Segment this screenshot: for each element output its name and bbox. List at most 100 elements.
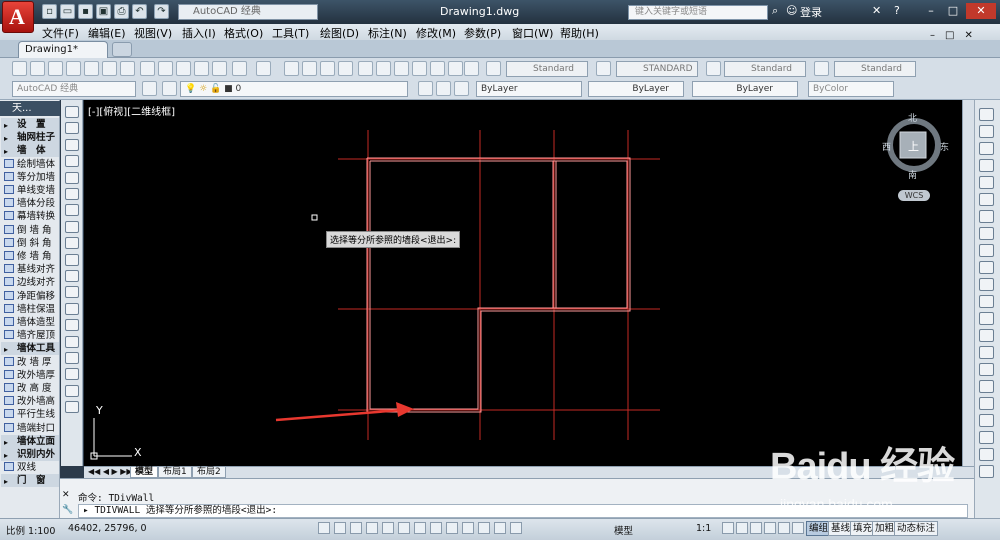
- minimize-button[interactable]: –: [922, 3, 940, 19]
- break-icon[interactable]: [979, 312, 994, 325]
- maximize-button[interactable]: □: [944, 3, 962, 19]
- am-toggle-icon[interactable]: [510, 522, 522, 534]
- line-icon[interactable]: [65, 106, 79, 118]
- rotate-icon[interactable]: [979, 210, 994, 223]
- drawing-canvas[interactable]: Y X: [84, 100, 962, 466]
- workspace-switch-icon[interactable]: [750, 522, 762, 534]
- palette-item[interactable]: 平行生线: [1, 408, 59, 421]
- annotation-visibility-icon[interactable]: [722, 522, 734, 534]
- preview-icon[interactable]: [84, 61, 99, 76]
- lock-ui-icon[interactable]: [764, 522, 776, 534]
- save-file-icon[interactable]: [48, 61, 63, 76]
- palette-item[interactable]: 双线: [1, 461, 59, 474]
- print-icon[interactable]: [66, 61, 81, 76]
- workspace-settings-icon[interactable]: [142, 81, 157, 96]
- search-icon[interactable]: ⌕: [772, 4, 778, 18]
- linetype-dropdown[interactable]: ByLayer: [588, 81, 684, 97]
- redo-icon[interactable]: ↷: [154, 4, 169, 19]
- menu-format[interactable]: 格式(O): [224, 25, 263, 41]
- circle-icon[interactable]: [65, 204, 79, 217]
- palette-item[interactable]: ▸ 识别内外: [1, 448, 59, 461]
- make-block-icon[interactable]: [65, 302, 79, 315]
- menu-file[interactable]: 文件(F): [42, 25, 79, 41]
- palette-item[interactable]: ▸ 墙体立面: [1, 434, 59, 448]
- menu-parametric[interactable]: 参数(P): [464, 25, 501, 41]
- fullscreen-icon[interactable]: [792, 522, 804, 534]
- model-space-toggle[interactable]: 模型: [614, 523, 633, 537]
- palette-item[interactable]: 改 墙 厚: [1, 356, 59, 369]
- sheet-set-icon[interactable]: [412, 61, 427, 76]
- chamfer-icon[interactable]: [979, 346, 994, 359]
- design-center-icon[interactable]: [376, 61, 391, 76]
- snap-toggle-icon[interactable]: [318, 522, 330, 534]
- lwt-toggle-icon[interactable]: [446, 522, 458, 534]
- draworder-a-icon[interactable]: [979, 414, 994, 427]
- application-menu-button[interactable]: A: [2, 1, 34, 33]
- block-editor-icon[interactable]: [212, 61, 227, 76]
- palette-item[interactable]: 边线对齐: [1, 276, 59, 289]
- close-button[interactable]: ✕: [966, 3, 996, 19]
- open-icon[interactable]: ▭: [60, 4, 75, 19]
- palette-item[interactable]: 改外墙厚: [1, 369, 59, 382]
- gradient-icon[interactable]: [65, 352, 79, 364]
- scale-icon[interactable]: [979, 227, 994, 240]
- new-icon[interactable]: ▫: [42, 4, 57, 19]
- table-style-icon[interactable]: [706, 61, 721, 76]
- viewcube-north-label[interactable]: 北: [908, 111, 917, 124]
- undo-icon[interactable]: ↶: [132, 4, 147, 19]
- mtext-icon[interactable]: [65, 401, 79, 414]
- help-icon[interactable]: ?: [894, 4, 900, 17]
- workspace-dropdown[interactable]: AutoCAD 经典: [178, 4, 318, 20]
- draworder-d-icon[interactable]: [979, 465, 994, 478]
- layer-previous-icon[interactable]: [436, 81, 451, 96]
- properties-icon[interactable]: [358, 61, 373, 76]
- extend-icon[interactable]: [979, 278, 994, 291]
- palette-item[interactable]: 墙端封口: [1, 422, 59, 435]
- command-customize-icon[interactable]: 🔧: [62, 505, 73, 515]
- qnew-icon[interactable]: [12, 61, 27, 76]
- tool-palettes-icon[interactable]: [394, 61, 409, 76]
- draworder-c-icon[interactable]: [979, 448, 994, 461]
- tab-model[interactable]: 模型: [130, 466, 159, 478]
- menu-window[interactable]: 窗口(W): [512, 25, 553, 41]
- isolate-icon[interactable]: [778, 522, 790, 534]
- region-icon[interactable]: [65, 368, 79, 381]
- status-dyndim-button[interactable]: 动态标注: [894, 521, 939, 536]
- sc-toggle-icon[interactable]: [494, 522, 506, 534]
- osnap-toggle-icon[interactable]: [382, 522, 394, 534]
- rectangle-icon[interactable]: [65, 171, 79, 184]
- markup-icon[interactable]: [430, 61, 445, 76]
- layer-dropdown[interactable]: 💡 ☼ 🔓 ■ 0: [180, 81, 408, 97]
- xline-icon[interactable]: [65, 122, 79, 135]
- viewcube-east-label[interactable]: 东: [940, 140, 949, 153]
- wall-inner[interactable]: [369, 160, 628, 410]
- zoom-previous-icon[interactable]: [338, 61, 353, 76]
- palette-item[interactable]: 墙柱保温: [1, 303, 59, 316]
- palette-item[interactable]: ▸ 墙 体: [1, 144, 59, 158]
- ortho-toggle-icon[interactable]: [350, 522, 362, 534]
- lineweight-dropdown[interactable]: ByLayer: [692, 81, 798, 97]
- mirror-icon[interactable]: [979, 142, 994, 155]
- cut-icon[interactable]: [140, 61, 155, 76]
- menu-modify[interactable]: 修改(M): [416, 25, 456, 41]
- walls[interactable]: [366, 157, 631, 413]
- join-icon[interactable]: [979, 329, 994, 342]
- palette-item[interactable]: 基线对齐: [1, 263, 59, 276]
- break-at-point-icon[interactable]: [979, 295, 994, 308]
- login-link[interactable]: 登录: [800, 4, 822, 20]
- layer-states-icon[interactable]: [454, 81, 469, 96]
- menu-insert[interactable]: 插入(I): [182, 25, 216, 41]
- 3d-print-icon[interactable]: [120, 61, 135, 76]
- palette-item[interactable]: 绘制墙体: [1, 158, 59, 171]
- wcs-menu[interactable]: WCS: [898, 190, 930, 201]
- layout-nav-arrows[interactable]: ◀◀ ◀ ▶ ▶▶: [88, 467, 133, 476]
- qp-toggle-icon[interactable]: [478, 522, 490, 534]
- palette-item[interactable]: 倒 斜 角: [1, 237, 59, 250]
- zoom-window-icon[interactable]: [320, 61, 335, 76]
- palette-item[interactable]: 墙齐屋顶: [1, 329, 59, 342]
- palette-item[interactable]: 幕墙转换: [1, 210, 59, 223]
- workspace-combo[interactable]: AutoCAD 经典: [12, 81, 136, 97]
- polygon-icon[interactable]: [65, 155, 79, 168]
- draworder-b-icon[interactable]: [979, 431, 994, 444]
- grid-toggle-icon[interactable]: [334, 522, 346, 534]
